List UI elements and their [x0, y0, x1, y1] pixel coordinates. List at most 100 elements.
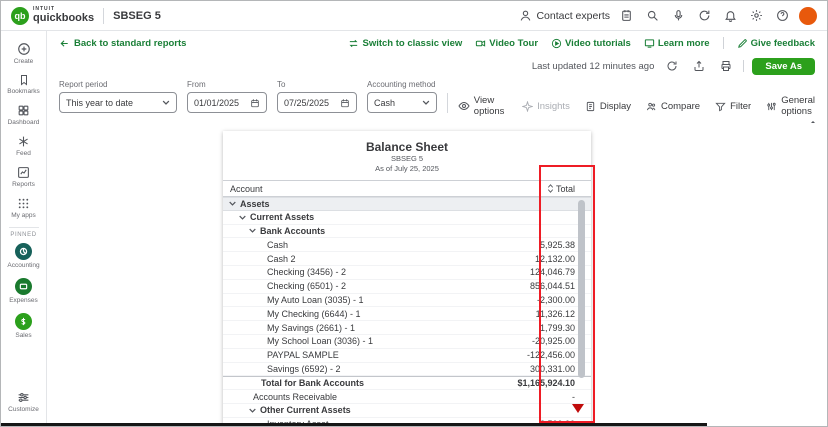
sidebar-item-sales[interactable]: Sales [1, 309, 46, 344]
row-value: 12,132.00 [496, 254, 591, 264]
sliders-icon [17, 391, 30, 404]
row-label: Bank Accounts [260, 226, 325, 236]
table-row[interactable]: Bank Accounts [223, 225, 591, 239]
pinned-section-label: PINNED [10, 232, 36, 238]
bell-icon[interactable] [721, 6, 740, 25]
row-value: 5,925.38 [496, 240, 591, 250]
row-label: My Savings (2661) - 1 [267, 323, 355, 333]
export-icon[interactable] [689, 57, 708, 76]
apps-icon [17, 197, 30, 210]
accounting-method-select[interactable]: Cash [367, 92, 437, 113]
link-label: Video tutorials [565, 38, 631, 49]
row-value: 1,799.30 [496, 323, 591, 333]
give-feedback-link[interactable]: Give feedback [737, 38, 815, 49]
balance-sheet-card: Balance Sheet SBSEG 5 As of July 25, 202… [223, 131, 591, 427]
contact-experts-button[interactable]: Contact experts [519, 9, 610, 22]
vertical-sliders-icon [766, 101, 777, 112]
sidebar-item-bookmarks[interactable]: Bookmarks [1, 70, 46, 100]
mic-icon[interactable] [669, 6, 688, 25]
divider [447, 93, 448, 113]
avatar[interactable] [799, 7, 817, 25]
sidebar-item-feed[interactable]: Feed [1, 131, 46, 162]
total-column-header[interactable]: Total [547, 184, 591, 194]
person-icon [519, 9, 532, 22]
balance-sheet-rows: AssetsCurrent AssetsBank AccountsCash5,9… [223, 197, 591, 427]
account-column-header[interactable]: Account [223, 184, 547, 194]
to-date-group: To 07/25/2025 [277, 80, 357, 113]
table-row[interactable]: Other Current Assets [223, 404, 591, 418]
table-row[interactable]: Current Assets [223, 211, 591, 225]
contact-experts-label: Contact experts [536, 10, 610, 22]
back-to-standard-reports-link[interactable]: Back to standard reports [59, 38, 186, 49]
row-value: -20,925.00 [496, 336, 591, 346]
calendar-icon [250, 98, 260, 108]
history-icon[interactable] [695, 6, 714, 25]
row-label: Savings (6592) - 2 [267, 364, 341, 374]
sidebar-item-label: Expenses [9, 297, 38, 304]
scrollbar[interactable] [578, 200, 585, 378]
compare-button[interactable]: Compare [646, 101, 700, 112]
switch-arrows-icon [348, 38, 359, 49]
row-label: Total for Bank Accounts [261, 378, 364, 388]
display-button[interactable]: Display [585, 101, 631, 112]
help-icon[interactable] [773, 6, 792, 25]
chevron-down-icon[interactable] [249, 228, 256, 233]
tasks-icon[interactable] [617, 6, 636, 25]
from-date-input[interactable]: 01/01/2025 [187, 92, 267, 113]
search-icon[interactable] [643, 6, 662, 25]
table-row: Checking (3456) - 2124,046.79 [223, 266, 591, 280]
save-as-button[interactable]: Save As [752, 58, 815, 75]
sidebar-item-expenses[interactable]: Expenses [1, 274, 46, 309]
link-label: Video Tour [489, 38, 538, 49]
row-label: Assets [240, 199, 270, 209]
row-value: $1,165,924.10 [496, 378, 591, 388]
monitor-icon [644, 38, 655, 49]
gear-icon[interactable] [747, 6, 766, 25]
row-label: Accounts Receivable [253, 392, 337, 402]
row-label: Current Assets [250, 212, 314, 222]
filter-bar: Report period This year to date From 01/… [47, 77, 827, 123]
sidebar-item-label: Sales [15, 332, 31, 339]
from-date-value: 01/01/2025 [194, 98, 239, 108]
chevron-down-icon[interactable] [229, 201, 236, 206]
general-options-button[interactable]: General options [766, 95, 815, 117]
insights-button[interactable]: Insights [522, 101, 570, 112]
chevron-down-icon[interactable] [249, 408, 256, 413]
table-row[interactable]: Assets [223, 197, 591, 211]
back-arrow-icon [59, 38, 70, 49]
view-options-button[interactable]: View options [458, 95, 512, 117]
sidebar-item-accounting[interactable]: Accounting [1, 239, 46, 274]
learn-more-link[interactable]: Learn more [644, 38, 710, 49]
tool-label: General options [781, 95, 815, 117]
quickbooks-wordmark: INTUIT quickbooks [33, 7, 94, 25]
sales-badge-icon [15, 313, 32, 330]
video-tour-link[interactable]: Video Tour [475, 38, 538, 49]
printer-icon[interactable] [716, 57, 735, 76]
accounting-method-group: Accounting method Cash [367, 80, 437, 113]
row-label: PAYPAL SAMPLE [267, 350, 339, 360]
link-label: Give feedback [751, 38, 815, 49]
sidebar-item-reports[interactable]: Reports [1, 162, 46, 193]
tool-label: Display [600, 101, 631, 112]
switch-to-classic-view-link[interactable]: Switch to classic view [348, 38, 462, 49]
eye-icon [458, 100, 470, 112]
quickbooks-logo[interactable]: qb [11, 7, 29, 25]
filter-button[interactable]: Filter [715, 101, 751, 112]
row-label: My Checking (6644) - 1 [267, 309, 361, 319]
plus-circle-icon [17, 42, 31, 56]
report-canvas: Balance Sheet SBSEG 5 As of July 25, 202… [47, 123, 827, 426]
chevron-down-icon[interactable] [239, 215, 246, 220]
report-company: SBSEG 5 [223, 154, 591, 164]
sidebar-item-dashboard[interactable]: Dashboard [1, 100, 46, 131]
display-doc-icon [585, 101, 596, 112]
table-row: Cash 212,132.00 [223, 252, 591, 266]
sidebar-item-create[interactable]: Create [1, 38, 46, 70]
to-date-input[interactable]: 07/25/2025 [277, 92, 357, 113]
feedback-pencil-icon [737, 38, 748, 49]
sidebar-item-my-apps[interactable]: My apps [1, 193, 46, 224]
report-period-select[interactable]: This year to date [59, 92, 177, 113]
compare-people-icon [646, 101, 657, 112]
video-tutorials-link[interactable]: Video tutorials [551, 38, 631, 49]
sidebar-item-customize[interactable]: Customize [1, 387, 46, 418]
refresh-icon[interactable] [662, 57, 681, 76]
